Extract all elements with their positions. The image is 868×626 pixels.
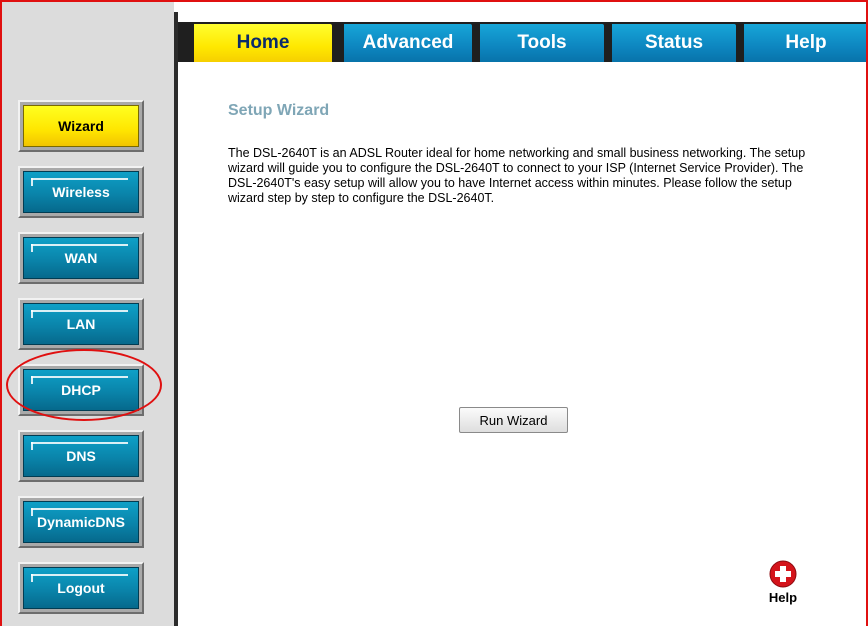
sidebar-item-label: DHCP xyxy=(61,382,101,398)
sidebar-item-dns: DNS xyxy=(18,430,144,482)
sidebar-item-wizard: Wizard xyxy=(18,100,144,152)
tab-label: Home xyxy=(236,32,290,53)
sidebar-item-label: Wireless xyxy=(52,184,110,200)
sidebar-item-wireless: Wireless xyxy=(18,166,144,218)
sidebar-item-lan: LAN xyxy=(18,298,144,350)
logout-button[interactable]: Logout xyxy=(23,567,139,609)
sidebar-item-wan: WAN xyxy=(18,232,144,284)
sidebar-item-dynamicdns: DynamicDNS xyxy=(18,496,144,548)
help-link[interactable]: Help xyxy=(758,560,808,620)
sidebar-item-label: Logout xyxy=(57,580,105,596)
tab-label: Status xyxy=(644,32,704,53)
tab-tools[interactable]: Tools xyxy=(480,24,604,62)
sidebar-item-dhcp: DHCP xyxy=(18,364,144,416)
sidebar-item-logout: Logout xyxy=(18,562,144,614)
dns-button[interactable]: DNS xyxy=(23,435,139,477)
tab-label: Tools xyxy=(517,32,567,53)
help-label: Help xyxy=(768,590,798,605)
dhcp-button[interactable]: DHCP xyxy=(23,369,139,411)
tab-status[interactable]: Status xyxy=(612,24,736,62)
sidebar-item-label: LAN xyxy=(66,316,96,332)
sidebar: Wizard Wireless WAN LAN DHCP DNS Dynamic… xyxy=(0,0,174,626)
tab-bar: Home Advanced Tools Status Help xyxy=(178,22,868,62)
tab-advanced[interactable]: Advanced xyxy=(344,24,472,62)
run-wizard-button[interactable]: Run Wizard xyxy=(459,407,568,433)
tab-label: Advanced xyxy=(362,32,454,53)
dynamicdns-button[interactable]: DynamicDNS xyxy=(23,501,139,543)
sidebar-item-label: Wizard xyxy=(58,118,104,134)
main-content: Setup Wizard The DSL-2640T is an ADSL Ro… xyxy=(178,62,868,626)
tab-home[interactable]: Home xyxy=(194,24,332,62)
page-title: Setup Wizard xyxy=(228,102,330,119)
wan-button[interactable]: WAN xyxy=(23,237,139,279)
lan-button[interactable]: LAN xyxy=(23,303,139,345)
sidebar-item-label: DNS xyxy=(66,448,96,464)
wizard-button[interactable]: Wizard xyxy=(23,105,139,147)
plus-circle-icon xyxy=(769,560,797,588)
sidebar-item-label: WAN xyxy=(64,250,98,266)
setup-description: The DSL-2640T is an ADSL Router ideal fo… xyxy=(228,146,806,205)
wireless-button[interactable]: Wireless xyxy=(23,171,139,213)
tab-help[interactable]: Help xyxy=(744,24,868,62)
sidebar-item-label: DynamicDNS xyxy=(37,514,125,530)
tab-label: Help xyxy=(785,32,827,53)
